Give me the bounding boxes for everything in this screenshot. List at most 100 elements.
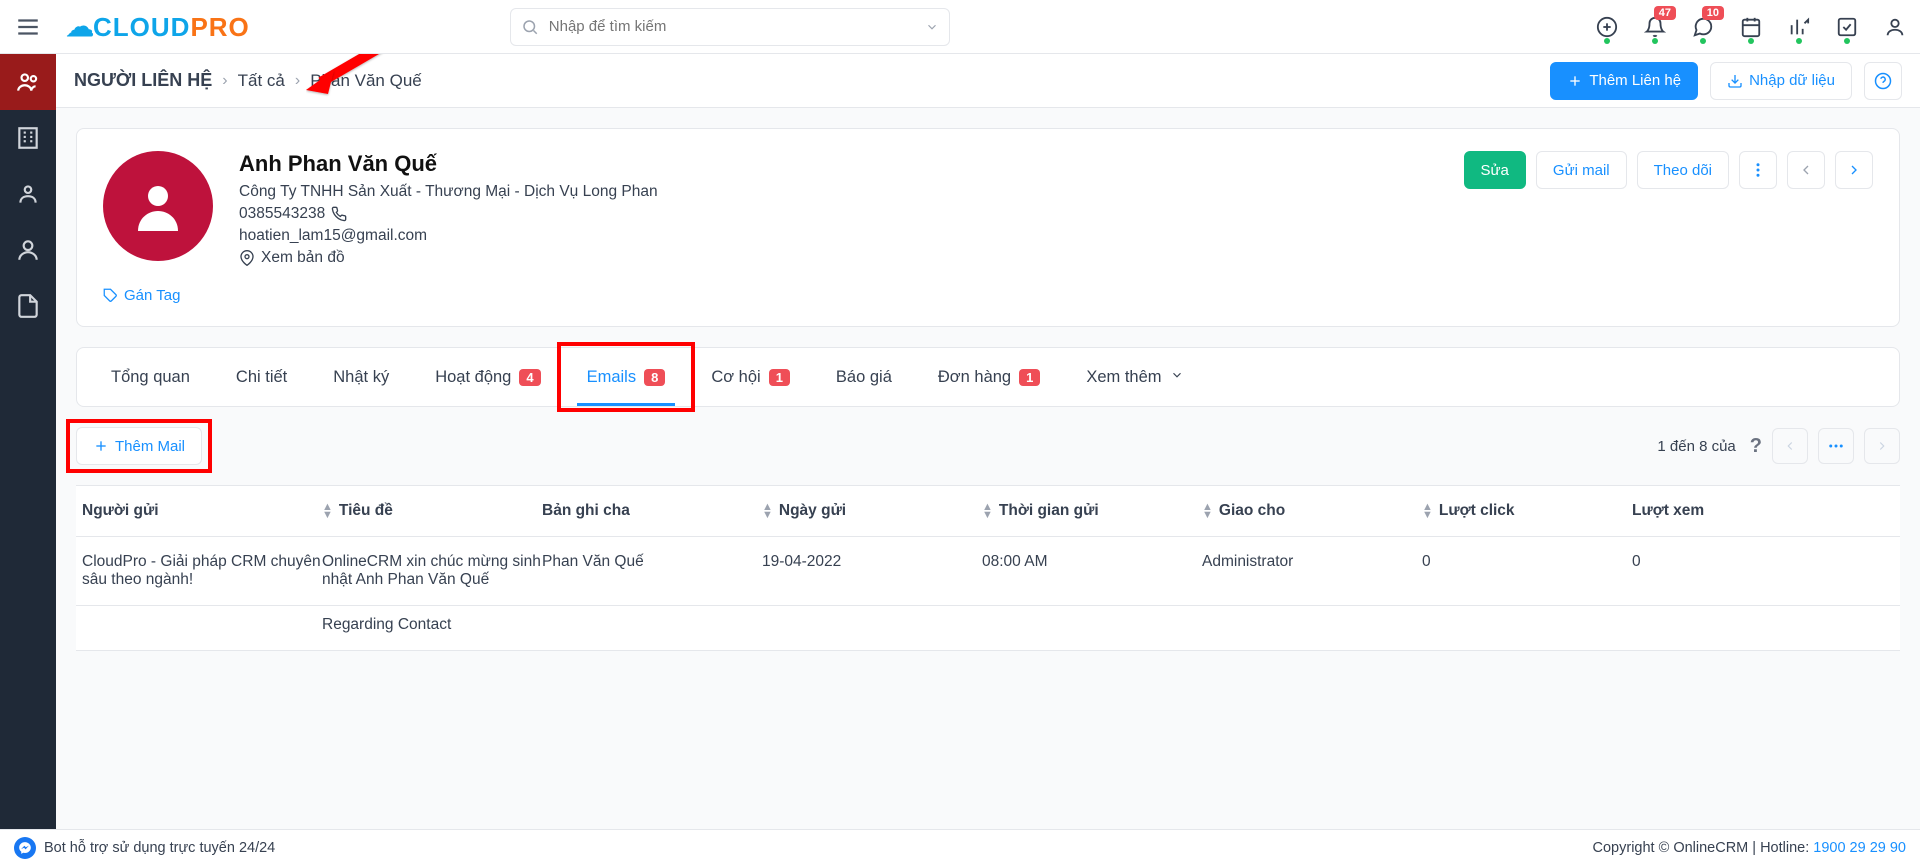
sort-icon: ▲▼ bbox=[982, 503, 993, 519]
column-header[interactable]: ▲▼Ngày gửi bbox=[762, 502, 982, 520]
column-header[interactable]: ▲▼Thời gian gửi bbox=[982, 502, 1202, 520]
send-mail-button[interactable]: Gửi mail bbox=[1536, 151, 1627, 189]
chevron-down-icon bbox=[1170, 368, 1184, 387]
person-icon bbox=[128, 176, 188, 236]
breadcrumb-bar: NGƯỜI LIÊN HỆ › Tất cả › Phan Văn Quế Th… bbox=[56, 54, 1920, 108]
column-header[interactable]: Người gửi bbox=[82, 502, 322, 520]
plus-icon bbox=[93, 438, 109, 454]
profile-info: Anh Phan Văn Quế Công Ty TNHH Sản Xuất -… bbox=[239, 151, 658, 271]
emails-table: Người gửi▲▼Tiêu đềBản ghi cha▲▼Ngày gửi▲… bbox=[76, 485, 1900, 651]
breadcrumb-all[interactable]: Tất cả bbox=[238, 71, 285, 91]
help-button[interactable] bbox=[1864, 62, 1902, 100]
nav-lead[interactable] bbox=[0, 222, 56, 278]
messenger-icon[interactable] bbox=[14, 837, 36, 859]
logo-pro: PRO bbox=[190, 12, 249, 43]
profile-map-link[interactable]: Xem bản đồ bbox=[239, 249, 658, 267]
sort-icon: ▲▼ bbox=[762, 503, 773, 519]
chevron-down-icon[interactable] bbox=[925, 20, 939, 34]
tab-nhật-ký[interactable]: Nhật ký bbox=[313, 348, 409, 406]
column-header[interactable]: ▲▼Tiêu đề bbox=[322, 502, 542, 520]
tasks-button[interactable] bbox=[1836, 16, 1858, 38]
tabs-bar: Tổng quanChi tiếtNhật kýHoạt động4Emails… bbox=[76, 347, 1900, 407]
add-contact-button[interactable]: Thêm Liên hệ bbox=[1550, 62, 1698, 100]
hamburger-menu[interactable] bbox=[0, 0, 56, 54]
column-header[interactable]: Lượt xem bbox=[1632, 502, 1752, 520]
nav-companies[interactable] bbox=[0, 110, 56, 166]
phone-icon[interactable] bbox=[331, 206, 347, 222]
tab-tổng-quan[interactable]: Tổng quan bbox=[91, 348, 210, 406]
breadcrumb-sep: › bbox=[222, 72, 227, 90]
prev-record-button[interactable] bbox=[1787, 151, 1825, 189]
pager-total-unknown: ? bbox=[1750, 435, 1762, 458]
profile-phone-line: 0385543238 bbox=[239, 205, 658, 223]
calendar-button[interactable] bbox=[1740, 16, 1762, 38]
tab-đơn-hàng[interactable]: Đơn hàng1 bbox=[918, 348, 1060, 406]
footer-copyright: Copyright © OnlineCRM | Hotline: 1900 29… bbox=[1593, 840, 1906, 856]
plus-icon bbox=[1567, 73, 1583, 89]
add-mail-button[interactable]: Thêm Mail bbox=[76, 427, 202, 465]
breadcrumb-root[interactable]: NGƯỜI LIÊN HỆ bbox=[74, 70, 212, 91]
nav-contacts[interactable] bbox=[0, 54, 56, 110]
global-search[interactable] bbox=[510, 8, 950, 46]
tab-báo-giá[interactable]: Báo giá bbox=[816, 348, 912, 406]
column-header[interactable]: ▲▼Giao cho bbox=[1202, 502, 1422, 520]
bell-badge: 47 bbox=[1654, 6, 1676, 20]
pager-prev-button[interactable] bbox=[1772, 428, 1808, 464]
column-header[interactable]: ▲▼Lượt click bbox=[1422, 502, 1632, 520]
tag-icon bbox=[103, 288, 118, 303]
tab-chi-tiết[interactable]: Chi tiết bbox=[216, 348, 307, 406]
chevron-right-icon bbox=[1875, 439, 1889, 453]
topbar: ☁ CLOUDPRO 47 10 bbox=[0, 0, 1920, 54]
logo[interactable]: ☁ CLOUDPRO bbox=[66, 10, 250, 43]
left-nav bbox=[0, 54, 56, 865]
notifications-button[interactable]: 47 bbox=[1644, 16, 1666, 38]
messages-button[interactable]: 10 bbox=[1692, 16, 1714, 38]
table-row[interactable]: Regarding Contact bbox=[76, 606, 1900, 651]
chevron-left-icon bbox=[1783, 439, 1797, 453]
sort-icon: ▲▼ bbox=[322, 503, 333, 519]
sort-icon: ▲▼ bbox=[1422, 503, 1433, 519]
follow-button[interactable]: Theo dõi bbox=[1637, 151, 1729, 189]
more-button[interactable] bbox=[1739, 151, 1777, 189]
profile-email: hoatien_lam15@gmail.com bbox=[239, 227, 658, 245]
footer: Bot hỗ trợ sử dụng trực tuyến 24/24 Copy… bbox=[0, 829, 1920, 865]
pager-more-button[interactable] bbox=[1818, 428, 1854, 464]
profile-card: Anh Phan Văn Quế Công Ty TNHH Sản Xuất -… bbox=[76, 128, 1900, 327]
pager-next-button[interactable] bbox=[1864, 428, 1900, 464]
tab-emails[interactable]: Emails8 bbox=[567, 348, 686, 406]
nav-person[interactable] bbox=[0, 166, 56, 222]
chat-badge: 10 bbox=[1702, 6, 1724, 20]
import-button[interactable]: Nhập dữ liệu bbox=[1710, 62, 1852, 100]
nav-doc[interactable] bbox=[0, 278, 56, 334]
column-header[interactable]: Bản ghi cha bbox=[542, 502, 762, 520]
tab-hoạt-động[interactable]: Hoạt động4 bbox=[415, 348, 560, 406]
breadcrumb-sep: › bbox=[295, 72, 300, 90]
top-icons: 47 10 bbox=[1596, 16, 1906, 38]
pager: 1 đến 8 của? bbox=[1657, 428, 1900, 464]
footer-bot-text: Bot hỗ trợ sử dụng trực tuyến 24/24 bbox=[44, 840, 275, 856]
next-record-button[interactable] bbox=[1835, 151, 1873, 189]
more-vert-icon bbox=[1749, 161, 1767, 179]
tag-link[interactable]: Gán Tag bbox=[103, 287, 180, 304]
more-horiz-icon bbox=[1827, 437, 1845, 455]
table-row[interactable]: CloudPro - Giải pháp CRM chuyên sâu theo… bbox=[76, 537, 1900, 606]
page-content: NGƯỜI LIÊN HỆ › Tất cả › Phan Văn Quế Th… bbox=[56, 54, 1920, 829]
footer-hotline[interactable]: 1900 29 29 90 bbox=[1813, 840, 1906, 856]
search-icon bbox=[521, 18, 539, 36]
table-header: Người gửi▲▼Tiêu đềBản ghi cha▲▼Ngày gửi▲… bbox=[76, 486, 1900, 537]
chevron-right-icon bbox=[1846, 162, 1862, 178]
breadcrumb-current: Phan Văn Quế bbox=[310, 71, 422, 91]
sort-icon: ▲▼ bbox=[1202, 503, 1213, 519]
avatar bbox=[103, 151, 213, 261]
chevron-left-icon bbox=[1798, 162, 1814, 178]
edit-button[interactable]: Sửa bbox=[1464, 151, 1526, 189]
help-icon bbox=[1874, 72, 1892, 90]
pager-text: 1 đến 8 của bbox=[1657, 438, 1735, 455]
profile-button[interactable] bbox=[1884, 16, 1906, 38]
profile-company: Công Ty TNHH Sản Xuất - Thương Mại - Dịc… bbox=[239, 183, 658, 201]
search-input[interactable] bbox=[547, 17, 917, 36]
add-button[interactable] bbox=[1596, 16, 1618, 38]
analytics-button[interactable] bbox=[1788, 16, 1810, 38]
tab-cơ-hội[interactable]: Cơ hội1 bbox=[691, 348, 810, 406]
tab-xem-thêm[interactable]: Xem thêm bbox=[1066, 348, 1203, 406]
